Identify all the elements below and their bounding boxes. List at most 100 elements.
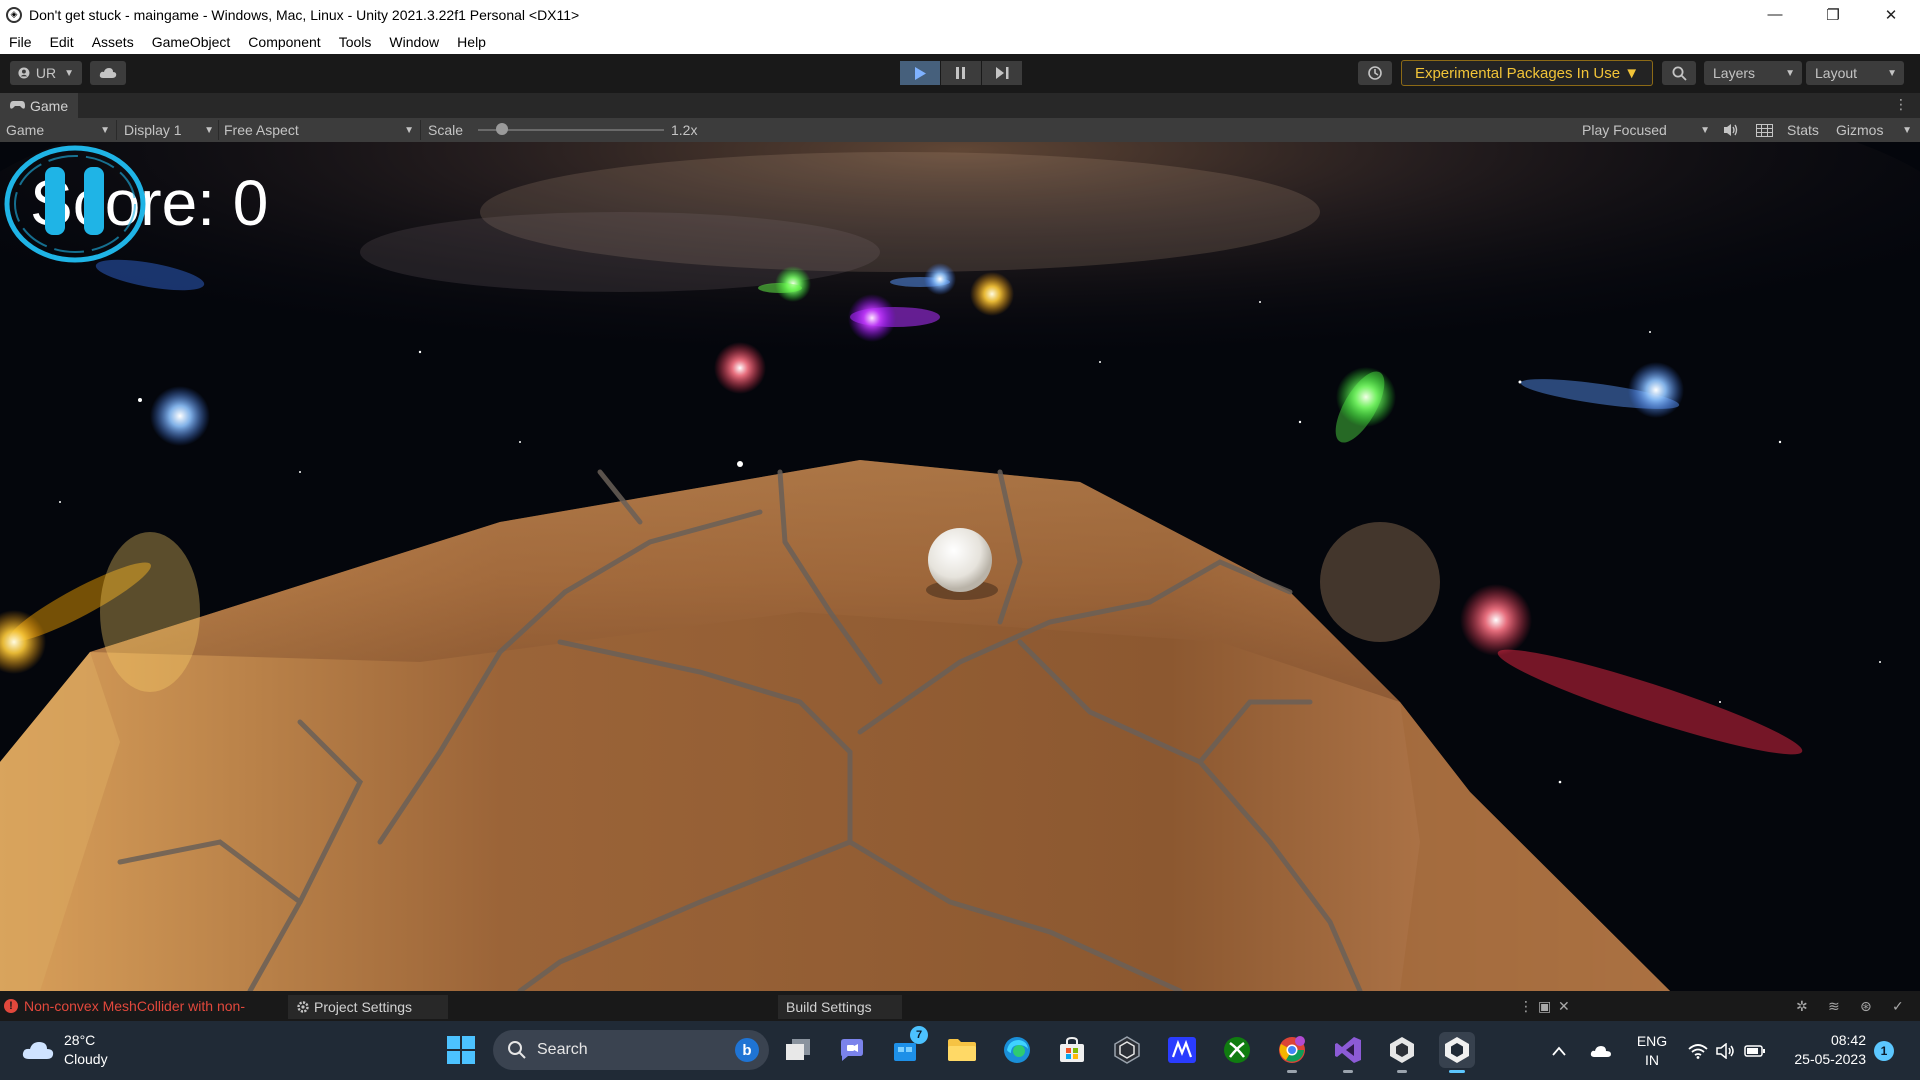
tab-options-icon[interactable]: ⋮ — [1894, 96, 1908, 113]
play-focused-dropdown[interactable]: Play Focused ▼ — [1582, 118, 1710, 142]
taskbar-clock[interactable]: 08:42 25-05-2023 — [1786, 1031, 1866, 1069]
gizmos-dropdown[interactable]: Gizmos ▼ — [1836, 118, 1912, 142]
aspect-label: Free Aspect — [224, 122, 299, 138]
file-explorer-button[interactable] — [944, 1032, 980, 1068]
experimental-packages-button[interactable]: Experimental Packages In Use ▼ — [1401, 60, 1653, 86]
stats-button[interactable]: Stats — [1787, 118, 1819, 142]
window-controls: — ❐ ✕ — [1746, 0, 1920, 29]
scale-label: Scale — [428, 122, 464, 138]
visual-studio-button[interactable] — [1330, 1032, 1366, 1073]
undo-history-button[interactable] — [1358, 61, 1392, 85]
aspect-grid-button[interactable] — [1756, 118, 1773, 142]
play-button[interactable] — [900, 61, 940, 85]
menu-edit[interactable]: Edit — [50, 34, 74, 50]
edge-browser-button[interactable] — [999, 1032, 1035, 1068]
close-icon[interactable]: ✕ — [1558, 998, 1570, 1015]
unity-hub-button[interactable] — [1109, 1032, 1145, 1068]
scale-slider-handle[interactable] — [496, 123, 508, 135]
chrome-button[interactable] — [1274, 1032, 1310, 1073]
menu-help[interactable]: Help — [457, 34, 486, 50]
chevron-down-icon: ▼ — [204, 124, 214, 136]
pause-game-button[interactable] — [0, 142, 150, 267]
chevron-down-icon: ▼ — [100, 124, 110, 136]
running-indicator — [1397, 1070, 1407, 1073]
running-indicator — [1287, 1070, 1297, 1073]
unity-hub-pinned-button[interactable] — [1384, 1032, 1420, 1073]
store-bag-icon — [1060, 1037, 1084, 1062]
account-dropdown[interactable]: UR ▼ — [10, 61, 82, 85]
notification-badge[interactable]: 1 — [1874, 1041, 1894, 1061]
step-button[interactable] — [982, 61, 1022, 85]
orb-pink — [714, 342, 766, 394]
layout-label: Layout — [1815, 65, 1858, 81]
taskbar-search[interactable]: Search b — [493, 1030, 769, 1070]
maximize-icon[interactable]: ▣ — [1538, 998, 1551, 1015]
layers-stack-icon[interactable]: ≋ — [1828, 998, 1840, 1015]
search-icon — [508, 1041, 526, 1059]
kebab-menu-icon[interactable]: ⋮ — [1519, 998, 1533, 1015]
search-button[interactable] — [1662, 61, 1696, 85]
close-button[interactable]: ✕ — [1862, 0, 1920, 29]
menu-gameobject[interactable]: GameObject — [152, 34, 231, 50]
menu-file[interactable]: File — [9, 34, 32, 50]
tab-build-settings[interactable]: Build Settings — [778, 995, 902, 1019]
tab-game-label: Game — [30, 97, 69, 114]
chevron-down-icon: ▼ — [1887, 67, 1897, 79]
game-scene — [0, 142, 1920, 991]
mute-audio-button[interactable] — [1723, 118, 1739, 142]
layers-dropdown[interactable]: Layers ▼ — [1704, 61, 1802, 85]
microsoft-store-button[interactable] — [1054, 1032, 1090, 1068]
cloud-button[interactable] — [90, 61, 126, 85]
pause-editor-button[interactable] — [941, 61, 981, 85]
speaker-icon — [1724, 124, 1738, 136]
chevron-down-icon: ▼ — [404, 124, 414, 136]
unity-hub-icon — [1114, 1036, 1140, 1064]
play-icon — [915, 66, 926, 80]
tab-project-settings[interactable]: Project Settings — [288, 995, 448, 1019]
unity-editor-button[interactable] — [1439, 1032, 1475, 1073]
game-viewport[interactable]: Score: 0 — [0, 142, 1920, 991]
quick-settings[interactable] — [1688, 1021, 1766, 1080]
check-circle-icon[interactable]: ✓ — [1892, 998, 1904, 1015]
tab-game[interactable]: Game — [0, 93, 79, 118]
minimize-button[interactable]: — — [1746, 0, 1804, 29]
project-settings-label: Project Settings — [314, 999, 413, 1015]
window-title-bar: ◈ Don't get stuck - maingame - Windows, … — [0, 0, 1920, 29]
teams-chat-icon — [841, 1039, 863, 1061]
step-icon — [995, 67, 1008, 79]
app-blue-m-button[interactable] — [1164, 1032, 1200, 1068]
network-icon[interactable]: ⊛ — [1860, 998, 1872, 1015]
layout-dropdown[interactable]: Layout ▼ — [1806, 61, 1904, 85]
aspect-dropdown[interactable]: Free Aspect ▼ — [224, 118, 414, 142]
display-dropdown[interactable]: Display 1 ▼ — [124, 118, 214, 142]
xbox-button[interactable] — [1219, 1032, 1255, 1068]
running-indicator — [1343, 1070, 1353, 1073]
search-icon — [1672, 66, 1687, 81]
debug-icon[interactable]: ✲ — [1796, 998, 1808, 1015]
menu-tools[interactable]: Tools — [339, 34, 372, 50]
clock-date: 25-05-2023 — [1794, 1051, 1866, 1067]
menu-component[interactable]: Component — [248, 34, 320, 50]
show-hidden-icons[interactable] — [1552, 1021, 1566, 1080]
menu-window[interactable]: Window — [389, 34, 439, 50]
restore-button[interactable]: ❐ — [1804, 0, 1862, 29]
widgets-store-button[interactable]: 7 — [890, 1026, 928, 1068]
input-language[interactable]: ENG IN — [1632, 1021, 1672, 1080]
weather-desc: Cloudy — [64, 1051, 108, 1067]
play-focused-label: Play Focused — [1582, 122, 1667, 138]
weather-widget[interactable]: 28°C Cloudy — [22, 1031, 108, 1069]
visual-studio-icon — [1335, 1037, 1361, 1063]
vector-app-icon — [1168, 1037, 1196, 1063]
scale-value: 1.2x — [671, 122, 698, 138]
task-view-button[interactable] — [780, 1032, 816, 1068]
chat-button[interactable] — [834, 1032, 870, 1068]
cloud-icon — [99, 68, 117, 78]
window-title: Don't get stuck - maingame - Windows, Ma… — [29, 6, 580, 23]
menu-assets[interactable]: Assets — [92, 34, 134, 50]
account-icon — [18, 67, 30, 79]
onedrive-tray[interactable] — [1590, 1021, 1612, 1080]
console-error[interactable]: ! Non-convex MeshCollider with non- — [4, 998, 245, 1014]
store-badge-count: 7 — [910, 1026, 928, 1044]
game-mode-dropdown[interactable]: Game ▼ — [6, 118, 110, 142]
start-button[interactable] — [443, 1032, 479, 1068]
